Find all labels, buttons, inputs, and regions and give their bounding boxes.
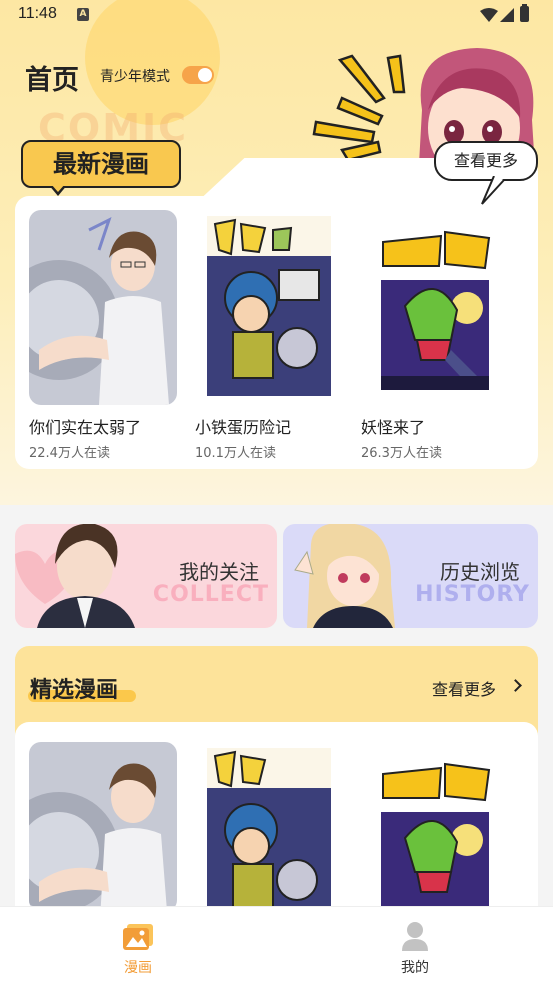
comic-cover[interactable] bbox=[195, 742, 343, 912]
featured-comic-item[interactable] bbox=[195, 742, 343, 912]
comic-icon bbox=[123, 924, 153, 950]
tab-mine[interactable]: 我的 bbox=[375, 907, 455, 984]
latest-comics-tag: 最新漫画 bbox=[21, 140, 181, 188]
page-title: 首页 bbox=[25, 65, 79, 96]
comic-item[interactable]: 小铁蛋历险记 10.1万人在读 bbox=[195, 210, 343, 461]
status-time: 11:48 bbox=[18, 5, 57, 22]
cover-art-monster bbox=[361, 210, 509, 405]
tab-mine-label: 我的 bbox=[401, 960, 429, 976]
bottom-tab-bar: 漫画 我的 bbox=[0, 906, 553, 984]
my-follows-label: 我的关注 bbox=[179, 560, 259, 584]
featured-comic-item[interactable] bbox=[29, 742, 177, 912]
comic-title: 妖怪来了 bbox=[361, 418, 426, 437]
comic-cover[interactable] bbox=[361, 210, 509, 405]
comic-cover[interactable] bbox=[361, 742, 509, 912]
comic-title: 小铁蛋历险记 bbox=[195, 418, 292, 437]
my-follows-card[interactable]: 我的关注 COLLECT bbox=[15, 524, 277, 628]
user-icon bbox=[402, 922, 428, 951]
toggle-knob bbox=[198, 68, 212, 82]
teen-mode-toggle[interactable] bbox=[182, 66, 214, 84]
collect-watermark: COLLECT bbox=[152, 582, 269, 607]
bubble-tail bbox=[481, 176, 505, 205]
tab-comic[interactable]: 漫画 bbox=[98, 907, 178, 984]
history-label: 历史浏览 bbox=[440, 560, 520, 584]
comic-readers: 22.4万人在读 bbox=[29, 446, 110, 461]
wifi-icon bbox=[480, 8, 498, 22]
teen-mode-label: 青少年模式 bbox=[100, 69, 170, 85]
cover-art-adventure-boy bbox=[207, 748, 331, 912]
history-card[interactable]: 历史浏览 HISTORY bbox=[283, 524, 538, 628]
comic-cover[interactable] bbox=[29, 742, 177, 912]
comic-readers: 10.1万人在读 bbox=[195, 446, 276, 461]
comic-item[interactable]: 妖怪来了 26.3万人在读 bbox=[361, 210, 509, 461]
history-watermark: HISTORY bbox=[415, 582, 530, 607]
tab-comic-label: 漫画 bbox=[124, 960, 152, 976]
battery-icon bbox=[520, 4, 529, 22]
cover-art-office-man bbox=[29, 210, 177, 405]
comic-cover[interactable] bbox=[195, 210, 343, 405]
signal-icon bbox=[500, 8, 514, 22]
cover-art-monster bbox=[381, 762, 491, 912]
status-bar: 11:48 A bbox=[0, 0, 553, 32]
notification-icon: A bbox=[77, 8, 89, 21]
comic-title: 你们实在太弱了 bbox=[29, 418, 142, 437]
tag-tail-inner bbox=[51, 184, 65, 192]
comic-cover[interactable] bbox=[29, 210, 177, 405]
featured-comic-item[interactable] bbox=[361, 742, 509, 912]
featured-more-button[interactable]: 查看更多 bbox=[432, 676, 496, 700]
cover-art-office-man bbox=[29, 742, 177, 912]
featured-title: 精选漫画 bbox=[30, 678, 119, 703]
latest-more-button[interactable]: 查看更多 bbox=[434, 141, 538, 181]
cover-art-adventure-boy bbox=[195, 210, 343, 405]
comic-readers: 26.3万人在读 bbox=[361, 446, 442, 461]
comic-item[interactable]: 你们实在太弱了 22.4万人在读 bbox=[29, 210, 177, 461]
